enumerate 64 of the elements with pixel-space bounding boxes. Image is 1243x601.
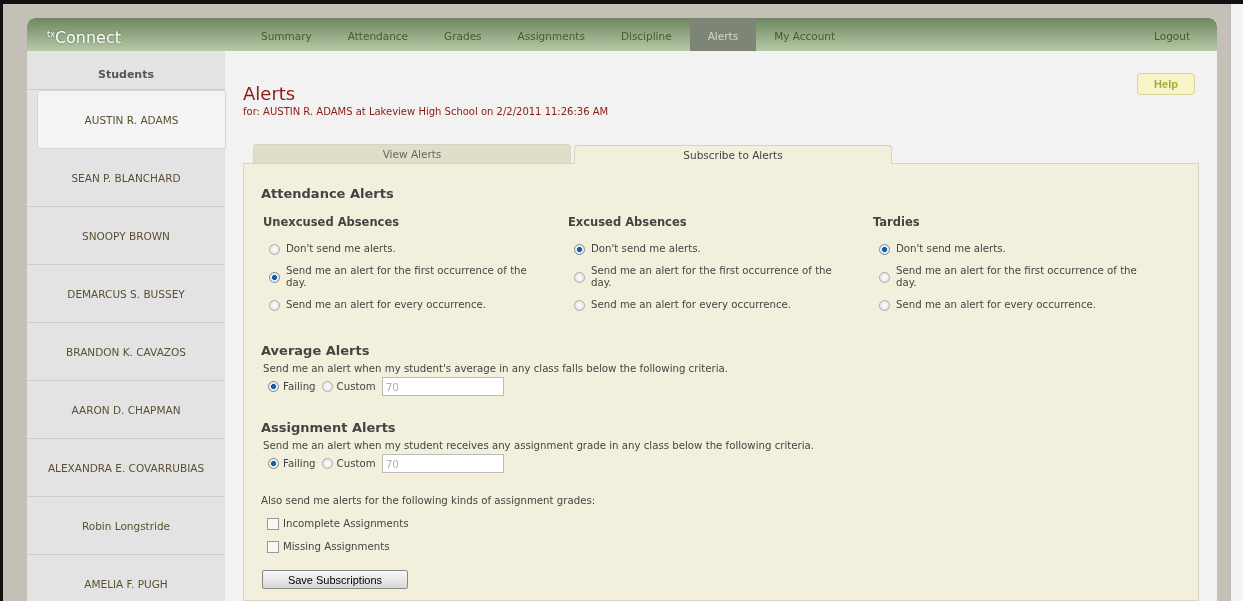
student-item[interactable]: DEMARCUS S. BUSSEY: [27, 265, 225, 323]
radio-button[interactable]: [574, 271, 585, 283]
nav-tab[interactable]: Attendance: [329, 18, 427, 51]
section-heading: Assignment Alerts: [261, 420, 397, 435]
page-subtitle: for: AUSTIN R. ADAMS at Lakeview High School on 2/2/2011 11:26:36 AM: [243, 106, 609, 117]
nav-tab[interactable]: Alerts: [689, 18, 757, 51]
radio-button[interactable]: [268, 458, 279, 469]
nav-tab[interactable]: Grades: [426, 18, 500, 51]
section-description: Send me an alert when my student receives any assignment grade in any class below the following criteria.: [263, 440, 816, 451]
section-heading: Attendance Alerts: [261, 186, 395, 201]
option-label: Send me an alert for the first occurrence of the day.: [896, 265, 1138, 289]
checkbox[interactable]: [267, 540, 279, 553]
checkbox-label: Missing Assignments: [283, 541, 390, 552]
nav-tab[interactable]: Summary: [243, 18, 330, 51]
group-heading: Excused Absences: [568, 215, 688, 229]
student-item[interactable]: ALEXANDRA E. COVARRUBIAS: [27, 439, 225, 497]
section-description: Also send me alerts for the following kinds of assignment grades:: [261, 495, 597, 506]
page-title: Alerts: [243, 83, 297, 104]
option-label: Send me an alert for every occurrence.: [896, 299, 1097, 311]
radio-button[interactable]: [321, 381, 333, 392]
option-label: Custom: [336, 381, 376, 392]
group-heading: Tardies: [873, 215, 921, 229]
radio-button[interactable]: [321, 458, 333, 469]
student-item[interactable]: SNOOPY BROWN: [27, 207, 225, 265]
student-item[interactable]: Robin Longstride: [27, 497, 225, 555]
checkbox-label: Incomplete Assignments: [283, 518, 409, 529]
option-label: Send me an alert for every occurrence.: [286, 299, 487, 311]
radio-button[interactable]: [268, 381, 279, 392]
option-label: Send me an alert for the first occurrence of the day.: [286, 265, 528, 289]
student-item[interactable]: AUSTIN R. ADAMS: [37, 90, 226, 149]
tab[interactable]: View Alerts: [253, 144, 571, 163]
option-label: Failing: [283, 458, 316, 469]
student-item[interactable]: BRANDON K. CAVAZOS: [27, 323, 225, 381]
student-item[interactable]: AMELIA F. PUGH: [27, 555, 225, 601]
option-label: Custom: [336, 458, 376, 469]
option-label: Failing: [283, 381, 316, 392]
option-label: Don't send me alerts.: [591, 243, 702, 255]
logout-link[interactable]: Logout: [1136, 18, 1217, 51]
radio-button[interactable]: [879, 271, 890, 283]
radio-button[interactable]: [574, 299, 585, 311]
student-item[interactable]: SEAN P. BLANCHARD: [27, 149, 225, 207]
student-item[interactable]: AARON D. CHAPMAN: [27, 381, 225, 439]
tab[interactable]: Subscribe to Alerts: [574, 145, 892, 164]
radio-button[interactable]: [269, 243, 280, 255]
nav-tab[interactable]: My Account: [756, 18, 854, 51]
section-description: Send me an alert when my student's average in any class falls below the following criteria.: [263, 363, 729, 374]
group-heading: Unexcused Absences: [263, 215, 401, 229]
nav-tab[interactable]: Assignments: [499, 18, 603, 51]
radio-button[interactable]: [574, 243, 585, 255]
help-button[interactable]: Help: [1137, 73, 1195, 95]
option-label: Send me an alert for every occurrence.: [591, 299, 792, 311]
option-label: Don't send me alerts.: [286, 243, 397, 255]
scrollbar[interactable]: [1230, 4, 1243, 601]
save-button[interactable]: Save Subscriptions: [262, 570, 408, 589]
radio-button[interactable]: [269, 299, 280, 311]
option-label: Don't send me alerts.: [896, 243, 1007, 255]
radio-button[interactable]: [269, 271, 280, 283]
checkbox[interactable]: [267, 517, 279, 530]
option-label: Send me an alert for the first occurrence of the day.: [591, 265, 833, 289]
logo: $^{tx}$Connect: [46, 27, 123, 50]
radio-button[interactable]: [879, 243, 890, 255]
radio-button[interactable]: [879, 299, 890, 311]
nav-tab[interactable]: Discipline: [602, 18, 690, 51]
section-heading: Average Alerts: [261, 343, 371, 358]
